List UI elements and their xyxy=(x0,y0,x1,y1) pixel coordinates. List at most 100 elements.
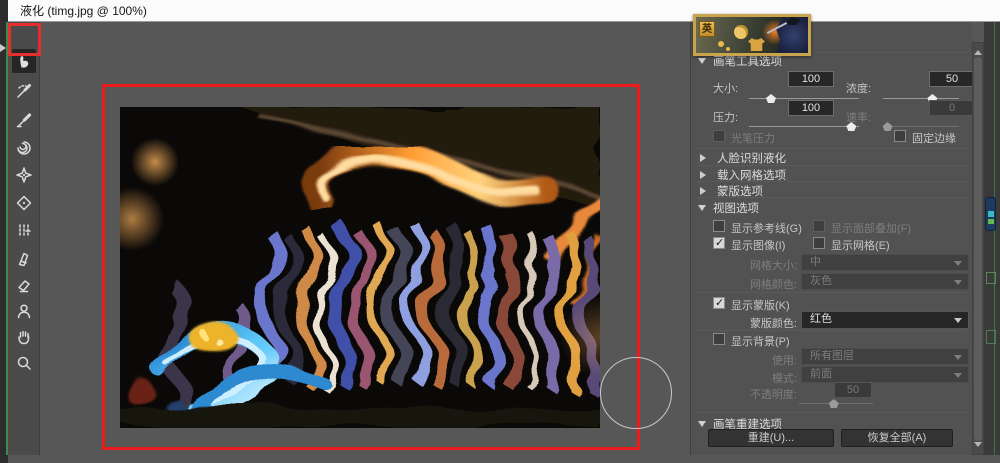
reconstruct-button[interactable]: 重建(U)... xyxy=(708,429,834,447)
show-mask-checkbox[interactable] xyxy=(713,296,725,309)
opacity-label: 不透明度: xyxy=(749,389,797,401)
chevron-down-icon xyxy=(954,318,962,327)
tool-twirl-clockwise[interactable] xyxy=(12,136,36,160)
mode-dropdown: 前面 xyxy=(801,366,969,383)
divider xyxy=(697,330,967,331)
pressure-input[interactable]: 100 xyxy=(788,100,834,116)
divider xyxy=(697,165,967,166)
scroll-down-icon[interactable] xyxy=(974,442,982,451)
restore-all-button[interactable]: 恢复全部(A) xyxy=(841,429,953,447)
mesh-color-value: 灰色 xyxy=(810,275,832,287)
pin-edges-checkbox[interactable] xyxy=(894,130,906,142)
show-mesh-label: 显示网格(E) xyxy=(831,240,890,252)
size-slider xyxy=(749,94,859,103)
show-guides-checkbox[interactable] xyxy=(713,220,725,232)
brush-cursor xyxy=(600,357,672,429)
opacity-slider-thumb xyxy=(828,399,839,408)
divider xyxy=(697,148,967,149)
tool-push-left[interactable] xyxy=(12,219,36,243)
show-image-label: 显示图像(I) xyxy=(731,240,786,252)
mesh-color-dropdown: 灰色 xyxy=(801,273,969,290)
ad-banner[interactable]: 英 xyxy=(693,14,811,56)
tool-hand[interactable] xyxy=(12,325,36,349)
tool-smooth[interactable] xyxy=(12,108,36,132)
ad-dot xyxy=(726,47,730,51)
panel-scrollbar[interactable] xyxy=(972,42,984,455)
rate-input: 0 xyxy=(929,100,975,116)
divider xyxy=(697,181,967,182)
liquify-toolbar xyxy=(8,22,40,455)
density-label: 浓度: xyxy=(846,83,872,95)
section-face-liquify[interactable]: 人脸识别液化 xyxy=(698,150,786,166)
show-backdrop-checkbox[interactable] xyxy=(713,333,725,345)
rate-slider xyxy=(882,122,959,131)
dialog-title: 液化 (timg.jpg @ 100%) xyxy=(20,4,147,18)
mesh-size-value: 中 xyxy=(810,256,821,268)
size-input[interactable]: 100 xyxy=(788,71,834,87)
show-mask-label: 显示蒙版(K) xyxy=(731,300,790,312)
use-dropdown: 所有图层 xyxy=(801,348,969,365)
mode-label: 模式: xyxy=(771,373,797,385)
section-label: 视图选项 xyxy=(713,203,759,215)
pucker-icon xyxy=(16,167,32,183)
pin-edges-label: 固定边缘 xyxy=(912,133,956,145)
size-slider-thumb[interactable] xyxy=(766,94,776,103)
collapse-arrow-icon xyxy=(700,171,710,179)
scroll-up-icon[interactable] xyxy=(974,46,982,55)
ad-badge: 英 xyxy=(699,21,715,37)
tool-pucker[interactable] xyxy=(12,163,36,187)
reconstruct-icon xyxy=(17,84,31,98)
section-view-options[interactable]: 视图选项 xyxy=(698,200,759,216)
tool-thaw-mask[interactable] xyxy=(12,273,36,297)
mask-color-value: 红色 xyxy=(810,313,832,325)
show-mesh-checkbox[interactable] xyxy=(813,237,825,249)
smooth-icon xyxy=(16,113,32,128)
expand-arrow-icon xyxy=(698,205,706,215)
opacity-input: 50 xyxy=(834,382,872,398)
collapse-arrow-icon xyxy=(700,154,710,162)
show-face-overlay-checkbox xyxy=(813,220,825,232)
show-face-overlay-label: 显示面部叠加(F) xyxy=(831,223,912,235)
divider xyxy=(697,412,967,413)
push-left-icon xyxy=(19,224,31,238)
tool-freeze-mask[interactable] xyxy=(12,247,36,271)
tool-zoom[interactable] xyxy=(12,351,36,375)
opacity-slider xyxy=(799,399,873,408)
scrollbar-thumb[interactable] xyxy=(974,57,982,441)
chevron-down-icon xyxy=(954,373,962,382)
freeze-mask-icon xyxy=(18,252,29,267)
show-backdrop-label: 显示背景(P) xyxy=(731,336,790,348)
show-guides-label: 显示参考线(G) xyxy=(731,223,802,235)
edge-artifact xyxy=(986,272,996,284)
mask-color-dropdown[interactable]: 红色 xyxy=(801,311,969,329)
expand-arrow-icon xyxy=(698,421,706,431)
zoom-icon xyxy=(17,356,31,370)
hand-icon xyxy=(18,330,30,345)
bloat-icon xyxy=(16,195,32,211)
show-image-checkbox[interactable] xyxy=(713,236,725,249)
expand-arrow-icon xyxy=(698,58,706,68)
mesh-size-dropdown: 中 xyxy=(801,254,969,271)
mesh-color-label: 网格颜色: xyxy=(749,279,797,291)
annotation-box-canvas xyxy=(102,84,640,450)
tool-reconstruct[interactable] xyxy=(12,79,36,103)
divider xyxy=(697,292,967,293)
mask-color-label: 蒙版颜色: xyxy=(749,318,797,330)
thaw-mask-icon xyxy=(18,280,30,293)
pressure-label: 压力: xyxy=(713,112,739,124)
twirl-icon xyxy=(17,141,31,155)
tool-bloat[interactable] xyxy=(12,191,36,215)
face-icon xyxy=(17,304,31,319)
ad-shirt-icon xyxy=(748,38,765,51)
edge-artifact xyxy=(986,330,996,344)
chevron-down-icon xyxy=(954,355,962,364)
tool-face[interactable] xyxy=(12,299,36,323)
size-label: 大小: xyxy=(713,83,739,95)
use-label: 使用: xyxy=(771,355,797,367)
ad-moon-shape xyxy=(734,25,748,39)
density-input[interactable]: 50 xyxy=(929,71,975,87)
pressure-slider xyxy=(749,122,859,131)
chevron-down-icon xyxy=(954,280,962,289)
stylus-pressure-checkbox xyxy=(713,130,725,142)
edge-widget-artifact xyxy=(985,197,996,231)
